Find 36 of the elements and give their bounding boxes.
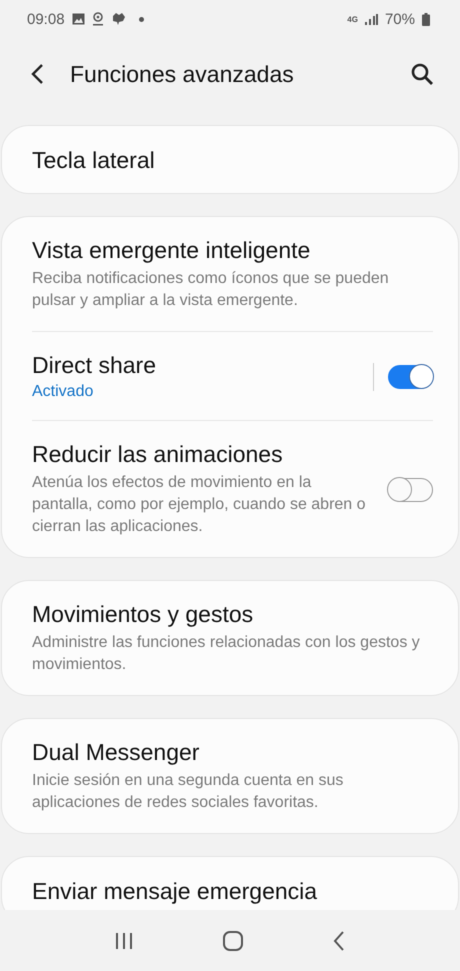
item-title: Movimientos y gestos — [32, 601, 254, 628]
item-title: Vista emergente inteligente — [32, 237, 312, 264]
item-description: Reciba notificaciones como íconos que se pueden pulsar y ampliar a la vista emergente. — [32, 269, 390, 311]
item-title: Dual Messenger — [32, 739, 200, 766]
signal-icon — [364, 14, 378, 24]
settings-item[interactable]: Dual Messenger Inicie sesión en una segunda cuenta en sus aplicaciones de redes sociales favoritas. — [32, 719, 433, 833]
battery-icon — [422, 12, 430, 26]
item-title: Reducir las animaciones — [32, 441, 284, 468]
image-icon — [72, 13, 85, 25]
settings-item[interactable]: Tecla lateral — [32, 126, 433, 193]
search-icon — [410, 62, 434, 86]
settings-item[interactable]: Enviar mensaje emergencia — [32, 857, 433, 910]
item-description: Atenúa los efectos de movimiento en la pantalla, como por ejemplo, cuando se abren o cierran las aplicaciones. — [32, 473, 367, 537]
item-title: Direct share — [32, 352, 157, 379]
battery-level: 70% — [384, 10, 415, 28]
notification-dot-icon — [138, 16, 144, 22]
toggle-switch[interactable] — [388, 364, 433, 388]
toggle-switch[interactable] — [388, 478, 433, 502]
settings-item[interactable]: Direct share Activado — [32, 332, 433, 420]
status-time: 09:08 — [27, 10, 65, 28]
item-description: Administre las funciones relacionadas con los gestos y movimientos. — [32, 633, 421, 675]
item-title: Enviar mensaje emergencia — [32, 878, 318, 904]
settings-item[interactable]: Vista emergente inteligente Reciba notificaciones como íconos que se pueden pulsar y ampliar a la vista emergente. — [32, 217, 433, 331]
network-type: 4G — [347, 14, 358, 24]
page-title: Funciones avanzadas — [70, 60, 295, 88]
item-title: Tecla lateral — [32, 146, 156, 174]
settings-item[interactable]: Movimientos y gestos Administre las funciones relacionadas con los gestos y movimientos. — [32, 581, 433, 695]
home-icon[interactable] — [222, 930, 244, 952]
back-icon[interactable] — [332, 930, 346, 952]
item-description: Inicie sesión en una segunda cuenta en sus aplicaciones de redes sociales favoritas. — [32, 771, 344, 813]
location-icon — [92, 12, 104, 26]
leaf-icon — [110, 12, 126, 26]
settings-item[interactable]: Reducir las animaciones Atenúa los efectos de movimiento en la pantalla, como por ejemplo, cuando se abren o cierran las aplicaciones. — [32, 421, 433, 557]
item-status: Activado — [32, 383, 94, 401]
chevron-left-icon — [30, 63, 46, 85]
recent-apps-icon[interactable] — [114, 932, 134, 950]
